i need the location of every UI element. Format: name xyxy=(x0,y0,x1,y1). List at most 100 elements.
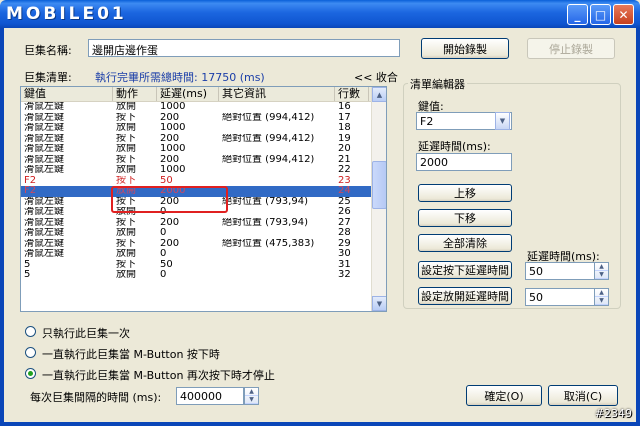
cell-key: 滑鼠左鍵 xyxy=(24,228,64,238)
cell-key: 滑鼠左鍵 xyxy=(24,102,64,112)
radio-run-until-pressed[interactable] xyxy=(25,368,36,379)
cell-line: 19 xyxy=(338,133,351,144)
window-border-bottom xyxy=(0,422,640,426)
set-release-delay-button[interactable]: 設定放開延遲時間 xyxy=(418,287,512,305)
cell-action: 放開 xyxy=(116,165,136,175)
column-header-key[interactable]: 鍵值 xyxy=(21,87,113,101)
delay-label: 延遲時間(ms): xyxy=(418,140,491,153)
minimize-button[interactable]: _ xyxy=(567,4,588,25)
cell-info: 絕對位置 (994,412) xyxy=(222,133,315,144)
radio-run-until-pressed-label[interactable]: 一直執行此巨集當 M-Button 再次按下時才停止 xyxy=(42,367,275,383)
radio-run-while-held[interactable] xyxy=(25,347,36,358)
column-header-info[interactable]: 其它資訊 xyxy=(219,87,335,101)
column-header-action[interactable]: 動作 xyxy=(113,87,157,101)
table-row[interactable]: 滑鼠左鍵 按下 200 絕對位置 (793,94) 27 xyxy=(21,218,386,229)
start-record-button[interactable]: 開始錄製 xyxy=(421,38,509,59)
list-scrollbar[interactable]: ▲ ▼ xyxy=(371,87,386,311)
cell-action: 放開 xyxy=(116,228,136,238)
cell-line: 30 xyxy=(338,249,351,259)
cell-key: 滑鼠左鍵 xyxy=(24,112,64,123)
radio-run-once-label[interactable]: 只執行此巨集一次 xyxy=(42,325,130,341)
table-row[interactable]: 滑鼠左鍵 按下 200 絕對位置 (994,412) 19 xyxy=(21,134,386,145)
table-row[interactable]: 滑鼠左鍵 按下 200 絕對位置 (475,383) 29 xyxy=(21,239,386,250)
stop-record-button[interactable]: 停止錄製 xyxy=(527,38,615,59)
list-header: 鍵值 動作 延遲(ms) 其它資訊 行數 xyxy=(21,87,386,102)
cell-info xyxy=(219,260,335,271)
table-row[interactable]: 滑鼠左鍵 按下 200 絕對位置 (994,412) 17 xyxy=(21,113,386,124)
move-down-button[interactable]: 下移 xyxy=(418,209,512,227)
scroll-thumb[interactable] xyxy=(372,161,386,209)
total-time-text: 執行完畢所需總時間: 17750 (ms) xyxy=(95,71,265,84)
table-row[interactable]: 5 放開 0 32 xyxy=(21,270,386,281)
cell-delay: 200 xyxy=(160,217,180,228)
interval-input[interactable]: 400000 xyxy=(176,387,244,405)
clear-all-button[interactable]: 全部清除 xyxy=(418,234,512,252)
cell-info: 絕對位置 (793,94) xyxy=(222,196,308,207)
cell-info xyxy=(219,228,335,239)
cell-delay: 200 xyxy=(160,112,180,123)
cell-info xyxy=(219,270,335,281)
cell-key: 滑鼠左鍵 xyxy=(24,165,64,175)
delay-input[interactable]: 2000 xyxy=(416,153,512,171)
cell-key: 滑鼠左鍵 xyxy=(24,144,64,154)
cell-key: 滑鼠左鍵 xyxy=(24,217,64,228)
cell-line: 32 xyxy=(338,270,351,280)
table-row[interactable]: 滑鼠左鍵 放開 0 28 xyxy=(21,228,386,239)
cell-key: F2 xyxy=(24,186,37,196)
interval-spinner[interactable]: ▲ ▼ xyxy=(244,387,259,405)
scroll-up-button[interactable]: ▲ xyxy=(372,87,386,102)
table-row[interactable]: 滑鼠左鍵 放開 1000 22 xyxy=(21,165,386,176)
annotation-highlight-box xyxy=(111,186,228,213)
cell-key: 滑鼠左鍵 xyxy=(24,207,64,217)
press-delay-spinner[interactable]: ▲ ▼ xyxy=(594,262,609,280)
cell-line: 22 xyxy=(338,165,351,175)
cell-info xyxy=(219,123,335,134)
release-delay-input[interactable]: 50 xyxy=(525,288,595,306)
cell-action: 按下 xyxy=(116,259,136,270)
maximize-button[interactable]: □ xyxy=(590,4,611,25)
cell-action: 放開 xyxy=(116,102,136,112)
table-row[interactable]: 滑鼠左鍵 放開 1000 16 xyxy=(21,102,386,113)
column-header-line[interactable]: 行數 xyxy=(335,87,369,101)
cell-delay: 1000 xyxy=(160,144,186,154)
chevron-down-icon[interactable]: ▼ xyxy=(495,112,510,130)
cancel-button[interactable]: 取消(C) xyxy=(548,385,618,406)
release-delay-spinner[interactable]: ▲ ▼ xyxy=(594,288,609,306)
cell-delay: 200 xyxy=(160,154,180,165)
cell-action: 按下 xyxy=(116,238,136,249)
table-row[interactable]: 滑鼠左鍵 按下 200 絕對位置 (994,412) 21 xyxy=(21,155,386,166)
window-border-right xyxy=(636,28,640,426)
ok-button[interactable]: 確定(O) xyxy=(466,385,542,406)
cell-key: F2 xyxy=(24,175,37,186)
cell-line: 31 xyxy=(338,259,351,270)
table-row[interactable]: 5 按下 50 31 xyxy=(21,260,386,271)
cell-action: 按下 xyxy=(116,217,136,228)
cell-line: 18 xyxy=(338,123,351,133)
cell-line: 25 xyxy=(338,196,351,207)
column-header-delay[interactable]: 延遲(ms) xyxy=(157,87,219,101)
table-row[interactable]: 滑鼠左鍵 放開 0 30 xyxy=(21,249,386,260)
cell-delay: 200 xyxy=(160,238,180,249)
cell-delay: 1000 xyxy=(160,123,186,133)
cell-info: 絕對位置 (994,412) xyxy=(222,154,315,165)
radio-run-once[interactable] xyxy=(25,326,36,337)
cell-line: 20 xyxy=(338,144,351,154)
cell-line: 21 xyxy=(338,154,351,165)
cell-info xyxy=(219,102,335,113)
set-press-delay-button[interactable]: 設定按下延遲時間 xyxy=(418,261,512,279)
macro-name-input[interactable]: 邊開店邊作蛋 xyxy=(88,39,400,57)
table-row[interactable]: 滑鼠左鍵 放開 1000 18 xyxy=(21,123,386,134)
table-row[interactable]: F2 按下 50 23 xyxy=(21,176,386,187)
scroll-down-button[interactable]: ▼ xyxy=(372,296,386,311)
cell-delay: 50 xyxy=(160,175,173,186)
collapse-link[interactable]: << 收合 xyxy=(354,69,398,85)
press-delay-input[interactable]: 50 xyxy=(525,262,595,280)
move-up-button[interactable]: 上移 xyxy=(418,184,512,202)
radio-run-while-held-label[interactable]: 一直執行此巨集當 M-Button 按下時 xyxy=(42,346,220,362)
title-bar[interactable]: MOBILE01 _ □ ✕ xyxy=(0,0,640,28)
table-row[interactable]: 滑鼠左鍵 放開 1000 20 xyxy=(21,144,386,155)
close-button[interactable]: ✕ xyxy=(613,4,634,25)
cell-action: 按下 xyxy=(116,133,136,144)
app-logo: MOBILE01 xyxy=(6,4,127,24)
cell-line: 28 xyxy=(338,228,351,238)
